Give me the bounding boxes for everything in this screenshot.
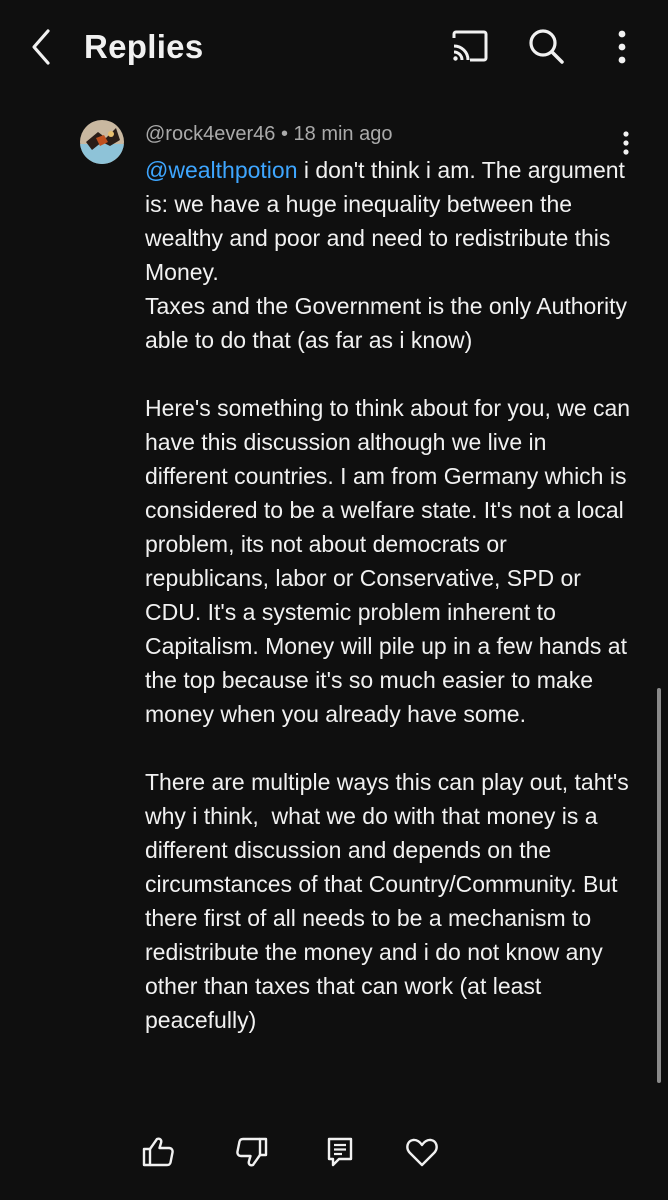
comment-time: 18 min ago bbox=[293, 123, 393, 145]
mention-link[interactable]: @wealthpotion bbox=[145, 157, 298, 183]
more-vertical-icon bbox=[618, 30, 626, 64]
search-icon bbox=[529, 29, 564, 64]
chevron-left-icon bbox=[32, 29, 50, 65]
paragraph-text: i don't think i am. The argument is: we … bbox=[145, 157, 627, 353]
meta-separator: • bbox=[280, 123, 288, 145]
back-button[interactable] bbox=[22, 22, 62, 72]
avatar-image bbox=[80, 120, 124, 164]
cast-icon bbox=[452, 30, 488, 62]
page-title: Replies bbox=[84, 28, 204, 65]
comment-paragraph: Here's something to think about for you,… bbox=[145, 395, 637, 727]
search-button[interactable] bbox=[524, 24, 568, 68]
avatar[interactable] bbox=[80, 120, 124, 164]
more-options-button[interactable] bbox=[608, 26, 636, 68]
cast-button[interactable] bbox=[448, 26, 492, 66]
scrollbar[interactable] bbox=[657, 688, 661, 1083]
comment-paragraph: @wealthpotion i don't think i am. The ar… bbox=[145, 153, 635, 357]
dislike-button[interactable] bbox=[232, 1132, 272, 1172]
comment-author[interactable]: @rock4ever46 bbox=[145, 123, 275, 145]
comment-meta: @rock4ever46 • 18 min ago bbox=[145, 123, 392, 146]
comment-actions bbox=[0, 1132, 668, 1176]
like-button[interactable] bbox=[138, 1132, 178, 1172]
comment-paragraph: There are multiple ways this can play ou… bbox=[145, 769, 636, 1033]
thumbs-up-icon bbox=[142, 1137, 174, 1167]
reply-button[interactable] bbox=[320, 1132, 360, 1172]
comment-text: @wealthpotion i don't think i am. The ar… bbox=[145, 153, 635, 1037]
heart-icon bbox=[406, 1138, 438, 1167]
thumbs-down-icon bbox=[236, 1137, 268, 1167]
reply-comment-icon bbox=[327, 1137, 353, 1167]
top-app-bar: Replies bbox=[0, 0, 668, 95]
heart-button[interactable] bbox=[402, 1132, 442, 1172]
